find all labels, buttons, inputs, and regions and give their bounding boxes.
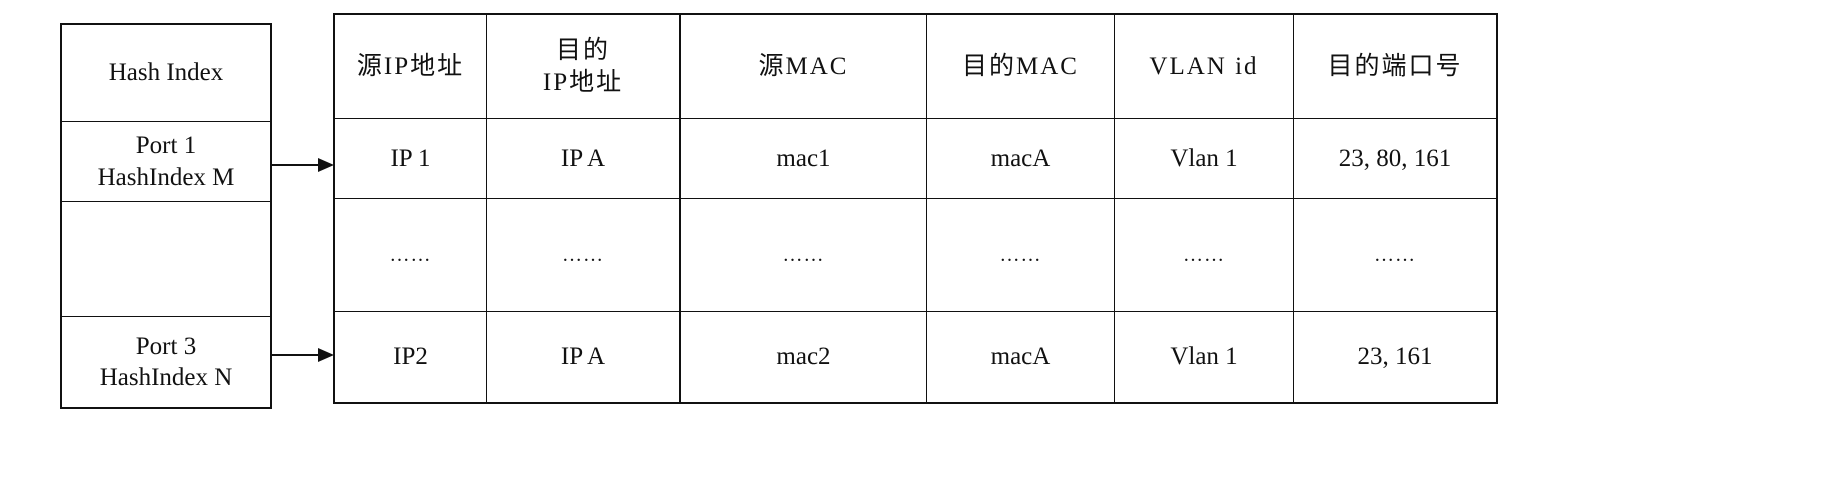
cell-value: …… — [999, 243, 1042, 266]
arrow-port1-to-row1 — [270, 158, 334, 172]
cell-value: Vlan 1 — [1170, 343, 1238, 371]
header-src-ip: 源IP地址 — [335, 15, 487, 119]
cell-src-mac: mac1 — [680, 119, 927, 199]
arrow-port3-to-row3 — [270, 348, 334, 362]
cell-vlan-id: …… — [1115, 199, 1294, 312]
hash-entry-label: Port 1 HashIndex M — [97, 132, 235, 191]
cell-value: …… — [562, 243, 604, 266]
cell-value: …… — [389, 243, 432, 266]
header-dst-mac: 目的MAC — [927, 15, 1115, 119]
cell-value: mac2 — [776, 343, 831, 371]
cell-value: 23, 161 — [1357, 343, 1433, 371]
cell-value: IP2 — [393, 343, 428, 371]
cell-dst-port: 23, 80, 161 — [1294, 119, 1496, 199]
flow-table: 源IP地址 目的 IP地址 源MAC 目的MAC VLAN id 目的端口号 IP 1 IP … — [333, 13, 1498, 404]
cell-dst-ip: IP A — [487, 312, 680, 402]
column-header-label: VLAN id — [1149, 52, 1259, 80]
cell-dst-mac: macA — [927, 119, 1115, 199]
cell-value: 23, 80, 161 — [1338, 144, 1452, 172]
header-src-mac: 源MAC — [680, 15, 927, 119]
cell-value: IP 1 — [390, 144, 431, 172]
hash-entry-label: Port 3 HashIndex N — [99, 332, 233, 391]
cell-value: mac1 — [776, 144, 831, 172]
cell-dst-port: 23, 161 — [1294, 312, 1496, 402]
column-header-label: 源IP地址 — [356, 52, 465, 80]
hash-index-table: Hash Index Port 1 HashIndex M Port 3 Has… — [60, 23, 272, 409]
cell-vlan-id: Vlan 1 — [1115, 312, 1294, 402]
cell-value: IP A — [560, 144, 606, 172]
cell-src-ip: IP2 — [335, 312, 487, 402]
header-dst-ip: 目的 IP地址 — [487, 15, 680, 119]
cell-value: IP A — [560, 343, 606, 371]
cell-value: Vlan 1 — [1170, 144, 1238, 172]
cell-value: …… — [1374, 243, 1416, 266]
hash-entry-port3: Port 3 HashIndex N — [62, 317, 270, 407]
cell-value: macA — [990, 343, 1051, 371]
cell-vlan-id: Vlan 1 — [1115, 119, 1294, 199]
cell-dst-port: …… — [1294, 199, 1496, 312]
header-vlan-id: VLAN id — [1115, 15, 1294, 119]
cell-dst-mac: macA — [927, 312, 1115, 402]
cell-src-ip: IP 1 — [335, 119, 487, 199]
cell-value: …… — [782, 243, 825, 266]
cell-value: macA — [990, 144, 1051, 172]
cell-src-mac: mac2 — [680, 312, 927, 402]
hash-index-header-label: Hash Index — [108, 59, 224, 87]
column-header-label: 目的MAC — [962, 52, 1079, 80]
cell-dst-ip: IP A — [487, 119, 680, 199]
header-dst-port: 目的端口号 — [1294, 15, 1496, 119]
column-header-label: 源MAC — [758, 52, 849, 80]
cell-dst-mac: …… — [927, 199, 1115, 312]
cell-dst-ip: …… — [487, 199, 680, 312]
column-header-label: 目的端口号 — [1327, 52, 1463, 80]
cell-src-ip: …… — [335, 199, 487, 312]
hash-entry-port1: Port 1 HashIndex M — [62, 122, 270, 202]
cell-src-mac: …… — [680, 199, 927, 312]
hash-entry-empty — [62, 202, 270, 317]
hash-index-header: Hash Index — [62, 25, 270, 122]
cell-value: …… — [1183, 243, 1225, 266]
column-header-label: 目的 IP地址 — [542, 37, 624, 96]
